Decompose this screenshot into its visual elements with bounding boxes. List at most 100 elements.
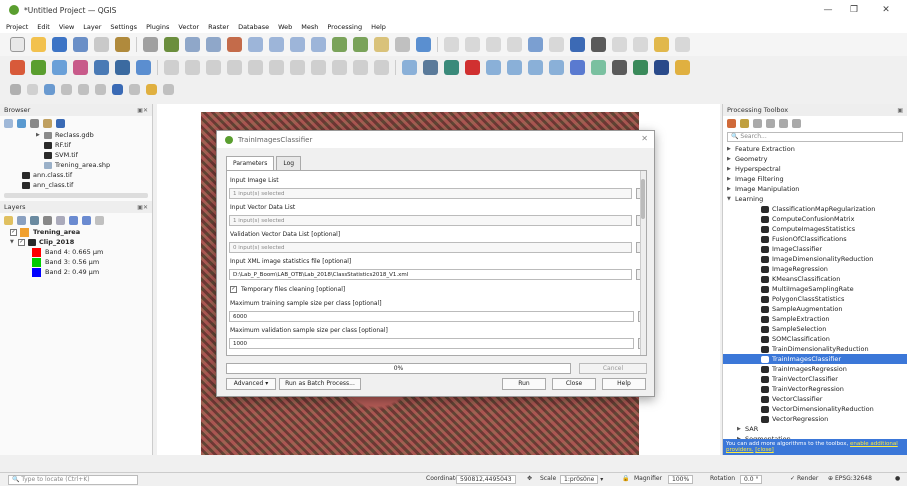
help-button[interactable]: Help (602, 378, 646, 390)
copy-icon[interactable] (311, 60, 326, 75)
menu-processing[interactable]: Processing (327, 23, 362, 31)
algorithm-item[interactable]: TrainImagesRegression (723, 364, 907, 374)
expand-arrow-icon[interactable]: ▶ (36, 132, 44, 138)
lock-icon[interactable]: 🔒 (622, 475, 629, 482)
menu-settings[interactable]: Settings (110, 23, 137, 31)
select-features-icon[interactable] (465, 37, 480, 52)
algorithm-item[interactable]: SampleAugmentation (723, 304, 907, 314)
add-group-icon[interactable] (17, 215, 26, 225)
zoom-native-icon[interactable] (311, 37, 326, 52)
properties-icon[interactable] (56, 118, 65, 128)
algorithm-item[interactable]: ImageDimensionalityReduction (723, 254, 907, 264)
scripts-icon[interactable] (740, 118, 749, 128)
run-button[interactable]: Run (502, 378, 546, 390)
graph-icon[interactable] (675, 60, 690, 75)
expand-arrow-icon[interactable]: ▶ (737, 426, 745, 432)
maximize-button[interactable]: ❐ (841, 0, 867, 20)
vector-data-field[interactable]: 1 input(s) selected (229, 215, 632, 226)
map-tips-icon[interactable] (654, 37, 669, 52)
input-image-field[interactable]: 1 input(s) selected (229, 188, 632, 199)
layer-item-clip-2018[interactable]: ▼ ✓ Clip_2018 (10, 237, 152, 247)
add-spatialite-icon[interactable] (136, 60, 151, 75)
algorithm-item[interactable]: ComputeImagesStatistics (723, 224, 907, 234)
render-checkbox[interactable]: ✓ Render (790, 475, 818, 482)
toolbox-group[interactable]: ▶ Geometry (727, 154, 907, 164)
diagram-icon[interactable] (549, 60, 564, 75)
filter-expression-icon[interactable] (56, 215, 65, 225)
tab-log[interactable]: Log (276, 156, 302, 170)
menu-help[interactable]: Help (371, 23, 386, 31)
georeference-icon[interactable] (44, 83, 55, 95)
identify-icon[interactable] (444, 37, 459, 52)
browser-item[interactable]: ▶ Reclass.gdb (36, 130, 152, 140)
algorithm-item-selected[interactable]: TrainImagesClassifier (723, 354, 907, 364)
algorithm-item[interactable]: SampleSelection (723, 324, 907, 334)
options-icon[interactable] (792, 118, 801, 128)
expand-arrow-icon[interactable]: ▶ (727, 166, 735, 172)
zoom-in-icon[interactable] (185, 37, 200, 52)
layer-visibility-checkbox[interactable]: ✓ (18, 238, 25, 246)
statistics-icon[interactable] (549, 37, 564, 52)
algorithm-item[interactable]: ImageRegression (723, 264, 907, 274)
zoom-layer-icon[interactable] (290, 37, 305, 52)
xml-stats-field[interactable]: D:\Lab_P_Boom\LAB_OTB\Lab_2018\ClassStat… (229, 269, 632, 280)
browser-item[interactable]: SVM.tif (36, 150, 152, 160)
collapse-all-icon[interactable] (82, 215, 91, 225)
cancel-progress-button[interactable]: Cancel (579, 363, 647, 374)
zoom-rubberband-icon[interactable] (227, 37, 242, 52)
attribute-icon[interactable] (163, 83, 174, 95)
temp-cleaning-checkbox[interactable]: ✓ Temporary files cleaning [optional] (230, 286, 345, 293)
measure-icon[interactable] (612, 37, 627, 52)
toolbox-group[interactable]: ▶ Feature Extraction (727, 144, 907, 154)
algorithm-item[interactable]: TrainVectorRegression (723, 384, 907, 394)
algorithm-item[interactable]: KMeansClassification (723, 274, 907, 284)
add-vector-icon[interactable] (52, 60, 67, 75)
label-tool-icon[interactable] (402, 60, 417, 75)
menu-web[interactable]: Web (278, 23, 292, 31)
add-mesh-icon[interactable] (94, 60, 109, 75)
expand-arrow-icon[interactable]: ▶ (727, 186, 735, 192)
algorithm-item[interactable]: SOMClassification (723, 334, 907, 344)
deselect-icon[interactable] (486, 37, 501, 52)
filter-legend-icon[interactable] (43, 215, 52, 225)
label-highlight-icon[interactable] (444, 60, 459, 75)
expand-all-icon[interactable] (69, 215, 78, 225)
save-as-icon[interactable] (73, 37, 88, 52)
snapping-icon[interactable] (10, 83, 21, 95)
style-panel-icon[interactable] (4, 215, 13, 225)
algorithm-item[interactable]: VectorDimensionalityReduction (723, 404, 907, 414)
history-icon[interactable] (753, 118, 762, 128)
algorithm-item[interactable]: MultiImageSamplingRate (723, 284, 907, 294)
algorithm-item[interactable]: FusionOfClassifications (723, 234, 907, 244)
label-move-icon[interactable] (486, 60, 501, 75)
browser-item[interactable]: Trening_area.shp (36, 160, 152, 170)
collapse-arrow-icon[interactable]: ▼ (727, 196, 735, 202)
refresh-icon[interactable] (17, 118, 26, 128)
checkbox-checked-icon[interactable]: ✓ (230, 286, 237, 293)
validation-data-field[interactable]: 0 input(s) selected (229, 242, 632, 253)
close-button[interactable]: Close (552, 378, 596, 390)
panel-close-icon[interactable]: ▣✕ (137, 204, 148, 211)
batch-process-button[interactable]: Run as Batch Process... (279, 378, 361, 390)
toolbox-group[interactable]: ▶ Image Manipulation (727, 184, 907, 194)
menu-database[interactable]: Database (238, 23, 269, 31)
close-notice-link[interactable]: [close] (755, 447, 773, 453)
algorithm-item[interactable]: VectorClassifier (723, 394, 907, 404)
label-rotate-icon[interactable] (507, 60, 522, 75)
remove-layer-icon[interactable] (95, 215, 104, 225)
offset-icon[interactable] (61, 83, 72, 95)
panel-close-icon[interactable]: ▣✕ (137, 107, 148, 114)
raster-calc-icon[interactable] (146, 83, 157, 95)
sum-icon[interactable] (591, 37, 606, 52)
layer-style-icon[interactable] (570, 60, 585, 75)
menu-layer[interactable]: Layer (83, 23, 101, 31)
toolbox-group[interactable]: ▶ SAR (737, 424, 907, 434)
paste-icon[interactable] (332, 60, 347, 75)
algorithm-item[interactable]: TrainDimensionalityReduction (723, 344, 907, 354)
algorithm-item[interactable]: ClassificationMapRegularization (723, 204, 907, 214)
edit-in-place-icon[interactable] (779, 118, 788, 128)
max-validation-spinbox[interactable]: 1000 (229, 338, 634, 349)
zoom-full-icon[interactable] (248, 37, 263, 52)
add-raster-icon[interactable] (73, 60, 88, 75)
digitize-icon[interactable] (164, 60, 179, 75)
